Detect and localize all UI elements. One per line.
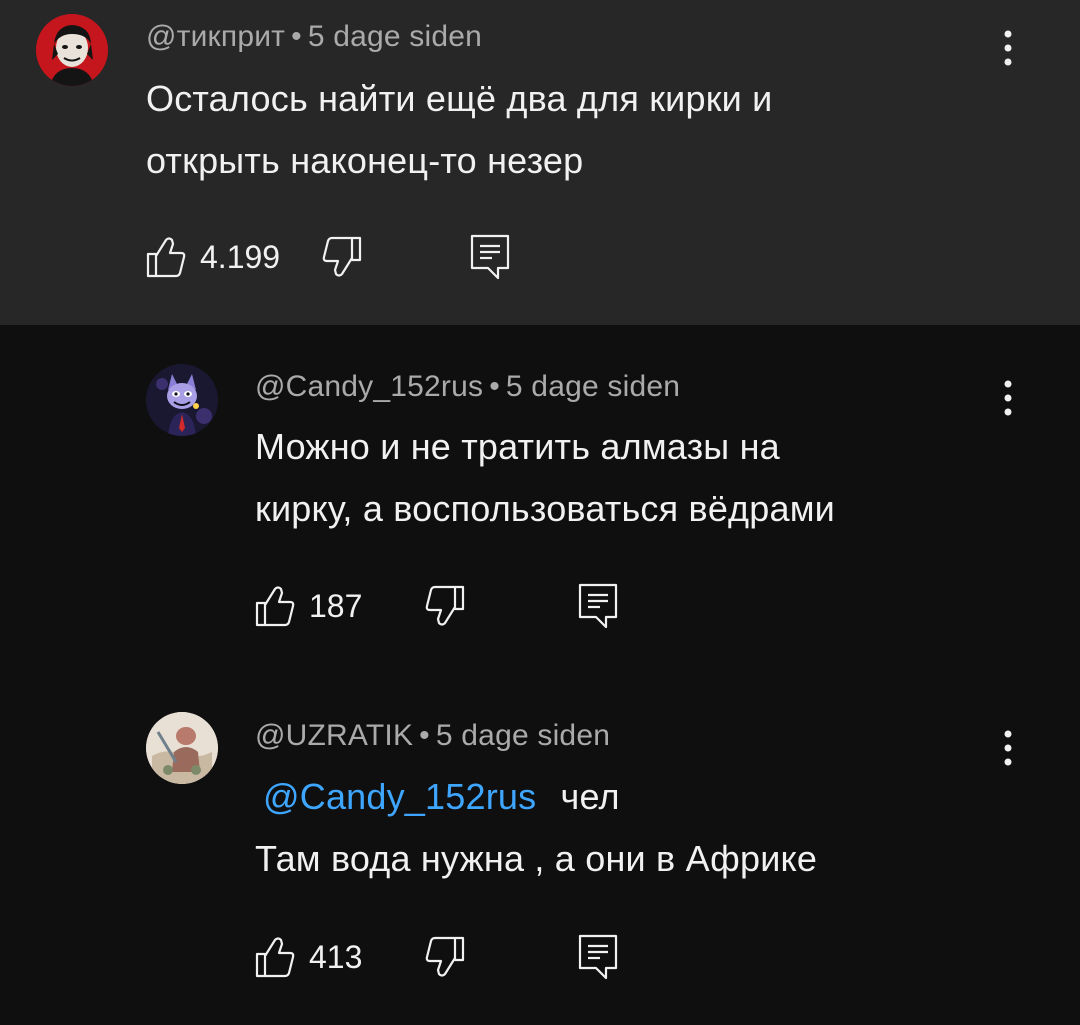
separator: • [489,370,500,403]
user-mention-link[interactable]: @Candy_152rus [263,776,536,817]
dislike-button[interactable] [322,233,362,281]
dislike-button[interactable] [425,582,465,630]
comment-meta: @тикприт • 5 dage siden [146,20,482,54]
highlighted-comment: @тикприт • 5 dage siden Осталось найти ещё… [0,0,1080,325]
comment-meta: @Candy_152rus • 5 dage siden [255,370,680,404]
like-icon [146,237,186,278]
timestamp[interactable]: 5 dage siden [308,20,482,53]
more-options-button[interactable] [988,18,1028,78]
separator: • [291,20,302,53]
like-button[interactable]: 187 [255,582,362,630]
avatar-image [36,14,108,86]
avatar-image [146,364,218,436]
comment-text-line: Осталось найти ещё два для кирки и [146,78,773,119]
comments-thread: @тикприт • 5 dage siden Осталось найти ещё… [0,0,1080,1025]
reply-button[interactable] [470,233,510,281]
more-options-icon [1004,380,1012,416]
separator: • [419,719,430,752]
comment-text-line: открыть наконец-то незер [146,140,584,181]
reply-button[interactable] [578,933,618,981]
avatar-image [146,712,218,784]
comment-text-line: Там вода нужна , а они в Африке [255,838,818,879]
reply-icon [470,234,510,280]
comment-text-line: кирку, а воспользоваться вёдрами [255,488,835,529]
like-button[interactable]: 4.199 [146,233,280,281]
dislike-button[interactable] [425,933,465,981]
avatar[interactable] [36,14,108,86]
author-name[interactable]: @тикприт [146,20,285,53]
more-options-icon [1004,30,1012,66]
more-options-button[interactable] [988,718,1028,778]
author-name[interactable]: @Candy_152rus [255,370,483,403]
comment-text-line: @Candy_152rus чел [255,776,620,818]
more-options-button[interactable] [988,368,1028,428]
more-options-icon [1004,730,1012,766]
dislike-icon [425,585,465,626]
avatar[interactable] [146,364,218,436]
reply-icon [578,583,618,629]
comment-meta: @UZRATIK • 5 dage siden [255,719,610,753]
comment-text-line: Можно и не тратить алмазы на [255,426,780,467]
like-button[interactable]: 413 [255,933,362,981]
like-count: 187 [309,587,363,624]
like-count: 4.199 [200,238,281,275]
reply-button[interactable] [578,582,618,630]
comment-actions: 4.199 [146,233,546,281]
like-count: 413 [309,938,363,975]
author-name[interactable]: @UZRATIK [255,719,413,752]
dislike-icon [322,236,362,277]
comment-actions: 413 [255,933,655,981]
comment-actions: 187 [255,582,655,630]
dislike-icon [425,936,465,977]
like-icon [255,586,295,627]
like-icon [255,937,295,978]
avatar[interactable] [146,712,218,784]
mention-text: чел [560,776,620,817]
timestamp[interactable]: 5 dage siden [506,370,680,403]
reply-icon [578,934,618,980]
timestamp[interactable]: 5 dage siden [436,719,610,752]
